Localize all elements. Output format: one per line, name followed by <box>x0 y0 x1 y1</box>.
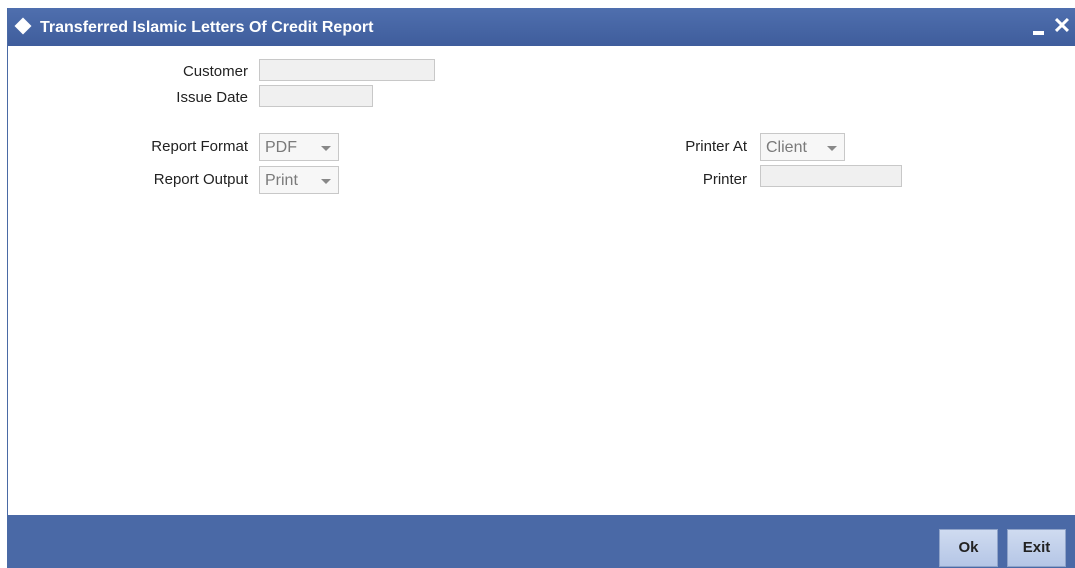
printer-at-select[interactable]: Client <box>760 133 845 161</box>
printer-at-label: Printer At <box>685 138 747 155</box>
report-window: Transferred Islamic Letters Of Credit Re… <box>7 8 1075 568</box>
close-icon: ✕ <box>1052 13 1072 38</box>
issue-date-field[interactable] <box>259 85 373 107</box>
report-format-label: Report Format <box>151 138 248 155</box>
issue-date-label: Issue Date <box>176 89 248 106</box>
ok-button[interactable]: Ok <box>939 529 998 567</box>
printer-at-value: Client <box>766 139 807 156</box>
printer-field[interactable] <box>760 165 902 187</box>
report-output-label: Report Output <box>153 171 248 188</box>
chevron-down-icon <box>321 179 331 184</box>
report-output-value: Print <box>265 172 298 189</box>
exit-button[interactable]: Exit <box>1007 529 1066 567</box>
minimize-icon <box>1033 31 1044 35</box>
chevron-down-icon <box>827 146 837 151</box>
footer-bar: Ok Exit <box>8 515 1075 568</box>
diamond-icon <box>14 17 32 35</box>
window-title: Transferred Islamic Letters Of Credit Re… <box>40 19 374 36</box>
title-bar: Transferred Islamic Letters Of Credit Re… <box>8 8 1075 46</box>
minimize-button[interactable] <box>1030 12 1050 40</box>
customer-field[interactable] <box>259 59 435 81</box>
report-output-select[interactable]: Print <box>259 166 339 194</box>
printer-label: Printer <box>702 171 747 188</box>
chevron-down-icon <box>321 146 331 151</box>
close-button[interactable]: ✕ <box>1052 12 1072 40</box>
report-format-select[interactable]: PDF <box>259 133 339 161</box>
customer-label: Customer <box>182 63 248 80</box>
report-format-value: PDF <box>265 139 297 156</box>
